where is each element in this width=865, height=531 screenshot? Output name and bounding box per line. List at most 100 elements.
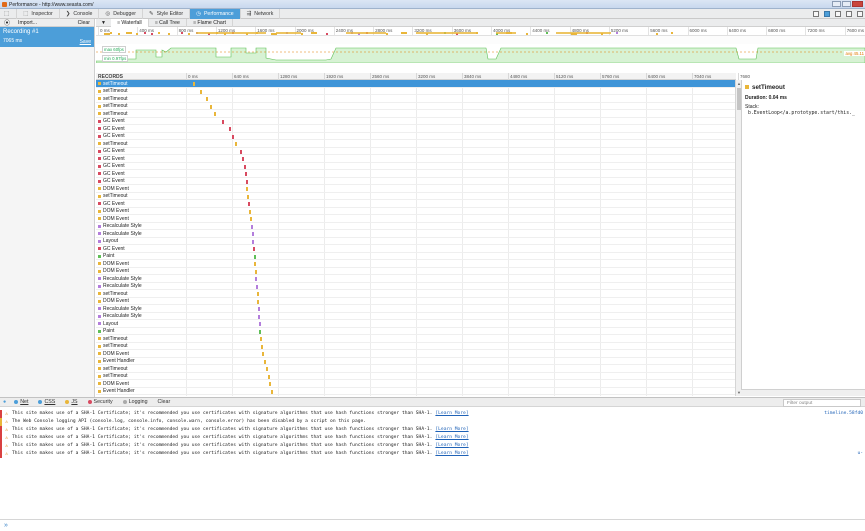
record-row[interactable]: setTimeout [96,103,736,110]
filter-net[interactable]: Net [9,397,33,407]
record-row[interactable]: GC Event [96,178,736,185]
record-row[interactable]: Recalculate Style [96,283,736,290]
record-row[interactable]: GC Event [96,133,736,140]
record-row[interactable]: setTimeout [96,95,736,103]
filter-funnel-icon[interactable]: ▼ [96,20,111,26]
maximize-button[interactable] [842,1,851,7]
records-tick-label: 2560 ms [372,74,390,79]
record-row[interactable]: setTimeout [96,373,736,380]
record-row[interactable]: GC Event [96,125,736,133]
tab-network[interactable]: ⇶ Network [241,8,281,19]
filter-js[interactable]: JS [60,397,82,407]
record-row[interactable]: GC Event [96,155,736,163]
record-row[interactable]: Event Handler [96,358,736,365]
record-row[interactable]: GC Event [96,245,736,253]
record-row[interactable]: setTimeout [96,88,736,95]
tab-flame-chart[interactable]: ≡ Flame Chart [187,18,233,27]
record-row[interactable]: setTimeout [96,140,736,148]
learn-more-link[interactable]: [Learn More] [435,443,468,448]
details-stack-frame[interactable]: b.EventLoop</a.prototype.start/this._ [748,111,855,116]
record-row[interactable]: setTimeout [96,290,736,298]
framerate-graph[interactable]: max 60fps min 0.97fps avg 45.11 [96,44,865,63]
record-row[interactable]: GC Event [96,148,736,155]
filter-clear[interactable]: Clear [153,397,176,407]
filter-logging[interactable]: Logging [118,397,153,407]
record-row[interactable]: DOM Event [96,298,736,305]
learn-more-link[interactable]: [Learn More] [435,411,468,416]
overview-marker [151,33,153,35]
record-row[interactable]: Layout [96,238,736,245]
tab-debugger[interactable]: ◎ Debugger [99,8,144,19]
record-row[interactable]: DOM Event [96,208,736,215]
overview-marker [311,32,317,34]
record-row[interactable]: DOM Event [96,185,736,193]
learn-more-link[interactable]: [Learn More] [435,435,468,440]
console-clear-icon[interactable]: ● [0,397,9,407]
record-row[interactable]: setTimeout [96,110,736,118]
record-row[interactable]: GC Event [96,200,736,208]
record-button[interactable]: ⦿ [0,18,14,27]
record-row[interactable]: DOM Event [96,215,736,223]
record-row[interactable]: Recalculate Style [96,305,736,313]
dock-icon[interactable] [824,11,830,17]
record-row[interactable]: Paint [96,253,736,260]
learn-more-link[interactable]: [Learn More] [435,427,468,432]
filter-output-input[interactable]: Filter output [783,399,861,407]
record-row[interactable]: setTimeout [96,365,736,373]
import-button[interactable]: Import... [14,20,41,26]
record-row[interactable]: DOM Event [96,260,736,268]
record-name: GC Event [103,200,125,207]
records-tick-label: 5120 ms [556,74,574,79]
close-toolbox-icon[interactable] [857,11,863,17]
record-row[interactable]: Event Handler [96,388,736,395]
record-row[interactable]: Recalculate Style [96,223,736,230]
save-recording-link[interactable]: Save [80,39,91,45]
record-row[interactable]: Recalculate Style [96,275,736,283]
tab-inspector[interactable]: ⬚ Inspector [17,8,60,19]
record-row[interactable]: GC Event [96,170,736,178]
record-row[interactable]: Paint [96,328,736,335]
record-row[interactable]: setTimeout [96,343,736,350]
close-button[interactable] [852,1,863,7]
settings-gear-icon[interactable] [846,11,852,17]
tab-style-editor[interactable]: ✎ Style Editor [143,8,191,19]
record-row[interactable]: DOM Event [96,350,736,358]
console-input[interactable]: » [0,519,865,531]
overview-timeline[interactable]: 0 ms 400 ms 800 ms 1200 ms 1600 ms 2000 ms 240… [96,27,865,36]
record-bar [247,194,249,199]
learn-more-link[interactable]: [Learn More] [435,451,468,456]
options-icon[interactable] [813,11,819,17]
console-message: ⚠ This site makes use of a SHA-1 Certific… [0,410,865,418]
record-row[interactable]: GC Event [96,163,736,170]
filter-security[interactable]: Security [83,397,118,407]
split-console-icon[interactable] [835,11,841,17]
record-name: Paint [103,253,115,259]
filter-css[interactable]: CSS [33,397,60,407]
record-name: Recalculate Style [103,230,142,237]
record-row[interactable]: Layout [96,320,736,328]
tab-console[interactable]: ❯ Console [60,8,100,19]
record-row[interactable]: GC Event [96,118,736,125]
recording-item[interactable]: Recording #1 7065 ms Save [0,27,94,47]
record-row[interactable]: Recalculate Style [96,230,736,238]
overview-marker-band [416,32,476,34]
clear-recordings-button[interactable]: Clear [74,20,94,26]
record-row[interactable]: DOM Event [96,380,736,388]
record-bar [262,352,264,356]
record-bar [264,359,266,364]
details-hscrollbar[interactable] [741,389,865,396]
message-source-link[interactable]: timeline.58fd0 [824,411,863,416]
tab-call-tree[interactable]: ≡ Call Tree [149,18,187,27]
record-name: GC Event [103,178,125,184]
record-row[interactable]: setTimeout [96,80,736,88]
minimize-button[interactable] [832,1,841,7]
record-row[interactable]: setTimeout [96,193,736,200]
overview-marker-band [556,32,611,34]
record-row[interactable]: DOM Event [96,268,736,275]
record-row[interactable]: Recalculate Style [96,313,736,320]
message-source-link[interactable]: u- [857,451,863,456]
tab-waterfall[interactable]: ≡ Waterfall [110,18,149,27]
record-row[interactable]: setTimeout [96,335,736,343]
pick-element-button[interactable]: ⬚ [0,8,18,19]
tab-performance[interactable]: ◷ Performance [190,8,241,19]
